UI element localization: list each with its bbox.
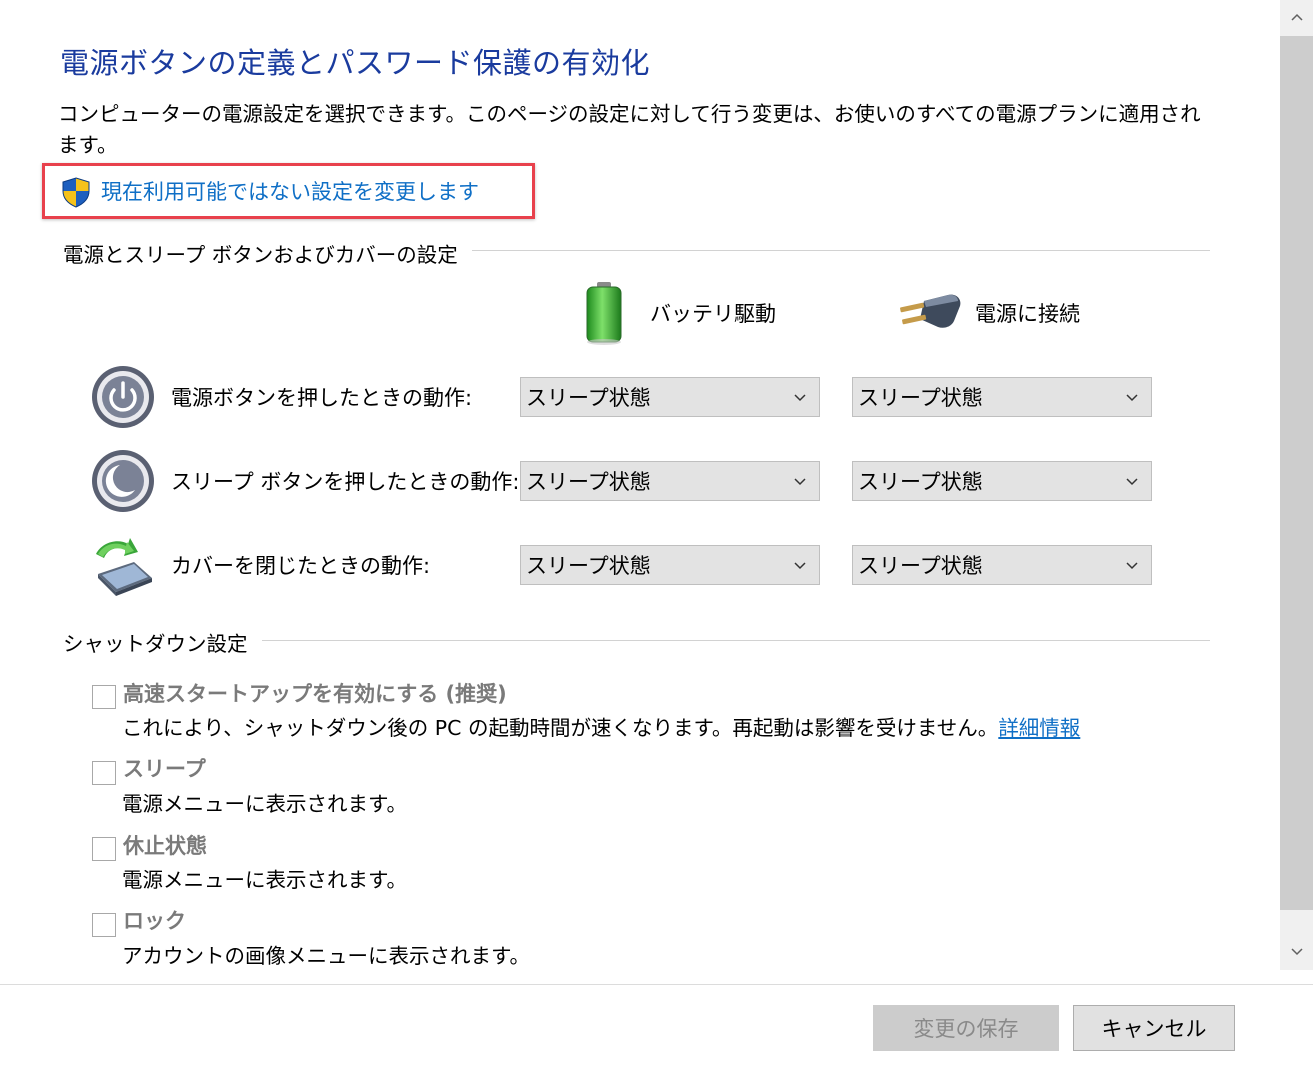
- power-button-icon: [92, 366, 154, 428]
- select-sleep-button-battery[interactable]: スリープ状態: [520, 461, 820, 501]
- chevron-down-icon: [794, 562, 806, 570]
- page-title: 電源ボタンの定義とパスワード保護の有効化: [60, 46, 651, 80]
- option-label-hibernate: 休止状態: [123, 834, 207, 858]
- chevron-down-icon: [794, 394, 806, 402]
- change-unavailable-settings-link[interactable]: 現在利用可能ではない設定を変更します: [101, 176, 479, 208]
- scroll-down-button[interactable]: [1280, 935, 1313, 969]
- select-power-button-plugged[interactable]: スリープ状態: [852, 377, 1152, 417]
- chevron-down-icon: [1126, 562, 1138, 570]
- checkbox-fast-startup[interactable]: [92, 685, 116, 709]
- row-label-lid-close: カバーを閉じたときの動作:: [171, 554, 431, 578]
- option-label-fast-startup: 高速スタートアップを有効にする (推奨): [123, 682, 507, 706]
- select-power-button-battery[interactable]: スリープ状態: [520, 377, 820, 417]
- select-sleep-button-plugged[interactable]: スリープ状態: [852, 461, 1152, 501]
- select-value: スリープ状態: [858, 470, 983, 494]
- cancel-button[interactable]: キャンセル: [1073, 1005, 1235, 1051]
- scroll-up-button[interactable]: [1280, 0, 1313, 34]
- option-desc-lock: アカウントの画像メニューに表示されます。: [122, 944, 530, 968]
- select-value: スリープ状態: [526, 386, 651, 410]
- details-link[interactable]: 詳細情報: [998, 716, 1080, 740]
- option-desc-sleep: 電源メニューに表示されます。: [122, 792, 407, 816]
- battery-icon: [586, 282, 622, 345]
- option-label-sleep: スリープ: [123, 757, 206, 781]
- row-label-power-button: 電源ボタンを押したときの動作:: [171, 386, 473, 410]
- uac-shield-icon: [62, 177, 90, 208]
- select-value: スリープ状態: [858, 386, 983, 410]
- select-value: スリープ状態: [526, 554, 651, 578]
- footer-divider: [0, 984, 1313, 985]
- intro-text: コンピューターの電源設定を選択できます。このページの設定に対して行う変更は、お使…: [58, 102, 1201, 157]
- checkbox-lock[interactable]: [92, 913, 116, 937]
- option-desc-text: これにより、シャットダウン後の PC の起動時間が速くなります。再起動は影響を受…: [122, 716, 999, 740]
- power-plug-icon: [900, 294, 961, 328]
- sleep-button-icon: [92, 450, 154, 512]
- select-value: スリープ状態: [858, 554, 983, 578]
- vertical-scrollbar[interactable]: [1280, 0, 1313, 970]
- select-lid-close-battery[interactable]: スリープ状態: [520, 545, 820, 585]
- chevron-down-icon: [794, 478, 806, 486]
- section-divider: [240, 640, 1210, 641]
- option-desc-hibernate: 電源メニューに表示されます。: [122, 868, 407, 892]
- scroll-thumb[interactable]: [1280, 36, 1313, 910]
- option-label-lock: ロック: [123, 909, 186, 933]
- save-changes-button[interactable]: 変更の保存: [873, 1005, 1059, 1051]
- checkbox-sleep[interactable]: [92, 761, 116, 785]
- checkbox-hibernate[interactable]: [92, 837, 116, 861]
- section-header-shutdown: シャットダウン設定: [63, 627, 262, 657]
- laptop-lid-icon: [96, 538, 152, 596]
- chevron-up-icon: [1290, 13, 1303, 21]
- column-plugged: 電源に接続: [975, 302, 1080, 326]
- row-label-sleep-button: スリープ ボタンを押したときの動作:: [171, 470, 520, 494]
- column-battery: バッテリ駆動: [650, 302, 776, 326]
- section-header-buttons: 電源とスリープ ボタンおよびカバーの設定: [63, 238, 472, 268]
- section-divider: [440, 250, 1210, 251]
- select-lid-close-plugged[interactable]: スリープ状態: [852, 545, 1152, 585]
- chevron-down-icon: [1126, 478, 1138, 486]
- chevron-down-icon: [1290, 948, 1303, 956]
- select-value: スリープ状態: [526, 470, 651, 494]
- option-desc-fast-startup: これにより、シャットダウン後の PC の起動時間が速くなります。再起動は影響を受…: [122, 713, 1080, 743]
- chevron-down-icon: [1126, 394, 1138, 402]
